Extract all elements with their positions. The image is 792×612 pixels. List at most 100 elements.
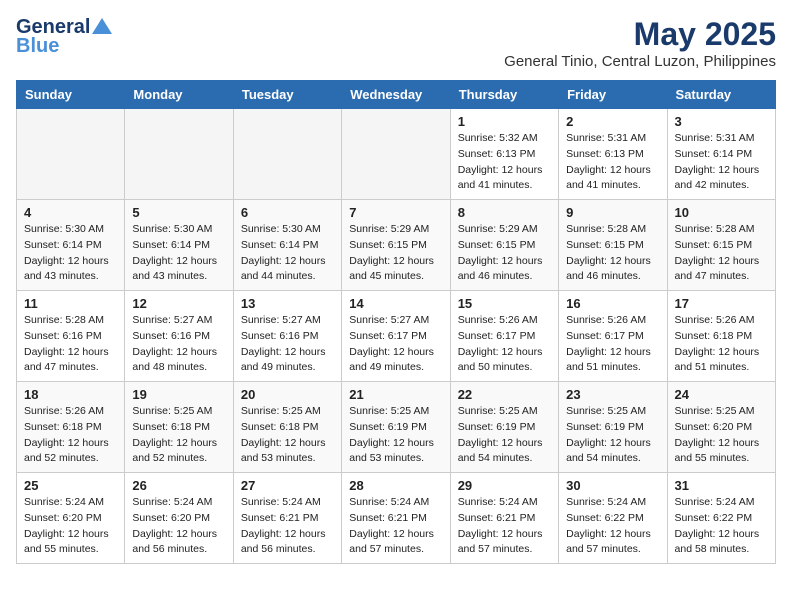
calendar-cell: 10Sunrise: 5:28 AMSunset: 6:15 PMDayligh…: [667, 200, 775, 291]
calendar-cell: 14Sunrise: 5:27 AMSunset: 6:17 PMDayligh…: [342, 291, 450, 382]
day-number: 29: [458, 478, 551, 493]
day-info: Sunrise: 5:30 AMSunset: 6:14 PMDaylight:…: [24, 222, 117, 285]
day-number: 30: [566, 478, 659, 493]
day-number: 7: [349, 205, 442, 220]
day-number: 4: [24, 205, 117, 220]
logo-icon: [92, 18, 112, 34]
day-info: Sunrise: 5:25 AMSunset: 6:19 PMDaylight:…: [458, 404, 551, 467]
day-number: 26: [132, 478, 225, 493]
day-info: Sunrise: 5:24 AMSunset: 6:20 PMDaylight:…: [132, 495, 225, 558]
calendar-cell: 25 Sunrise: 5:24 AMSunset: 6:20 PMDayligh…: [17, 473, 125, 564]
calendar-cell: 20 Sunrise: 5:25 AMSunset: 6:18 PMDayligh…: [233, 382, 341, 473]
col-header-wednesday: Wednesday: [342, 81, 450, 109]
calendar-cell: 2 Sunrise: 5:31 AMSunset: 6:13 PMDaylight…: [559, 109, 667, 200]
day-info: Sunrise: 5:26 AMSunset: 6:17 PMDaylight:…: [458, 313, 551, 376]
day-number: 13: [241, 296, 334, 311]
calendar-cell: 18 Sunrise: 5:26 AMSunset: 6:18 PMDayligh…: [17, 382, 125, 473]
day-number: 15: [458, 296, 551, 311]
day-info: Sunrise: 5:24 AMSunset: 6:21 PMDaylight:…: [241, 495, 334, 558]
calendar-cell: 7 Sunrise: 5:29 AMSunset: 6:15 PMDaylight…: [342, 200, 450, 291]
day-info: Sunrise: 5:31 AMSunset: 6:14 PMDaylight:…: [675, 131, 768, 194]
day-info: Sunrise: 5:29 AMSunset: 6:15 PMDaylight:…: [349, 222, 442, 285]
day-number: 9: [566, 205, 659, 220]
calendar-cell: 3 Sunrise: 5:31 AMSunset: 6:14 PMDaylight…: [667, 109, 775, 200]
day-info: Sunrise: 5:24 AMSunset: 6:22 PMDaylight:…: [566, 495, 659, 558]
calendar-cell: 11 Sunrise: 5:28 AMSunset: 6:16 PMDayligh…: [17, 291, 125, 382]
day-number: 19: [132, 387, 225, 402]
calendar-cell: 5 Sunrise: 5:30 AMSunset: 6:14 PMDaylight…: [125, 200, 233, 291]
day-info: Sunrise: 5:28 AMSunset: 6:15 PMDaylight:…: [566, 222, 659, 285]
day-info: Sunrise: 5:28 AMSunset: 6:16 PMDaylight:…: [24, 313, 117, 376]
day-number: 20: [241, 387, 334, 402]
day-number: 8: [458, 205, 551, 220]
day-number: 18: [24, 387, 117, 402]
calendar-cell: 27 Sunrise: 5:24 AMSunset: 6:21 PMDayligh…: [233, 473, 341, 564]
col-header-tuesday: Tuesday: [233, 81, 341, 109]
day-info: Sunrise: 5:27 AMSunset: 6:16 PMDaylight:…: [132, 313, 225, 376]
calendar-cell: 17 Sunrise: 5:26 AMSunset: 6:18 PMDayligh…: [667, 291, 775, 382]
calendar-cell: [233, 109, 341, 200]
calendar-cell: 26 Sunrise: 5:24 AMSunset: 6:20 PMDayligh…: [125, 473, 233, 564]
day-number: 31: [675, 478, 768, 493]
calendar-cell: 15 Sunrise: 5:26 AMSunset: 6:17 PMDayligh…: [450, 291, 558, 382]
calendar-cell: 6 Sunrise: 5:30 AMSunset: 6:14 PMDaylight…: [233, 200, 341, 291]
col-header-sunday: Sunday: [17, 81, 125, 109]
col-header-saturday: Saturday: [667, 81, 775, 109]
day-info: Sunrise: 5:25 AMSunset: 6:20 PMDaylight:…: [675, 404, 768, 467]
day-number: 1: [458, 114, 551, 129]
calendar-cell: 8 Sunrise: 5:29 AMSunset: 6:15 PMDaylight…: [450, 200, 558, 291]
calendar-table: SundayMondayTuesdayWednesdayThursdayFrid…: [16, 80, 776, 564]
day-number: 27: [241, 478, 334, 493]
day-info: Sunrise: 5:30 AMSunset: 6:14 PMDaylight:…: [241, 222, 334, 285]
day-number: 25: [24, 478, 117, 493]
day-number: 14: [349, 296, 442, 311]
calendar-cell: 22Sunrise: 5:25 AMSunset: 6:19 PMDayligh…: [450, 382, 558, 473]
day-info: Sunrise: 5:31 AMSunset: 6:13 PMDaylight:…: [566, 131, 659, 194]
day-info: Sunrise: 5:32 AMSunset: 6:13 PMDaylight:…: [458, 131, 551, 194]
day-info: Sunrise: 5:26 AMSunset: 6:17 PMDaylight:…: [566, 313, 659, 376]
calendar-cell: 29 Sunrise: 5:24 AMSunset: 6:21 PMDayligh…: [450, 473, 558, 564]
day-info: Sunrise: 5:30 AMSunset: 6:14 PMDaylight:…: [132, 222, 225, 285]
day-info: Sunrise: 5:24 AMSunset: 6:21 PMDaylight:…: [349, 495, 442, 558]
day-info: Sunrise: 5:26 AMSunset: 6:18 PMDaylight:…: [24, 404, 117, 467]
logo: General Blue: [16, 16, 112, 58]
calendar-cell: [17, 109, 125, 200]
calendar-cell: 24Sunrise: 5:25 AMSunset: 6:20 PMDayligh…: [667, 382, 775, 473]
day-number: 2: [566, 114, 659, 129]
calendar-cell: 28Sunrise: 5:24 AMSunset: 6:21 PMDayligh…: [342, 473, 450, 564]
calendar-cell: [125, 109, 233, 200]
day-number: 11: [24, 296, 117, 311]
day-number: 3: [675, 114, 768, 129]
col-header-thursday: Thursday: [450, 81, 558, 109]
calendar-cell: 13Sunrise: 5:27 AMSunset: 6:16 PMDayligh…: [233, 291, 341, 382]
calendar-cell: 16 Sunrise: 5:26 AMSunset: 6:17 PMDayligh…: [559, 291, 667, 382]
day-number: 21: [349, 387, 442, 402]
title-section: May 2025 General Tinio, Central Luzon, P…: [504, 16, 776, 70]
day-info: Sunrise: 5:25 AMSunset: 6:18 PMDaylight:…: [241, 404, 334, 467]
day-info: Sunrise: 5:24 AMSunset: 6:22 PMDaylight:…: [675, 495, 768, 558]
day-info: Sunrise: 5:29 AMSunset: 6:15 PMDaylight:…: [458, 222, 551, 285]
day-number: 16: [566, 296, 659, 311]
calendar-cell: 23 Sunrise: 5:25 AMSunset: 6:19 PMDayligh…: [559, 382, 667, 473]
day-info: Sunrise: 5:25 AMSunset: 6:19 PMDaylight:…: [566, 404, 659, 467]
calendar-cell: 1 Sunrise: 5:32 AMSunset: 6:13 PMDaylight…: [450, 109, 558, 200]
calendar-cell: 21 Sunrise: 5:25 AMSunset: 6:19 PMDayligh…: [342, 382, 450, 473]
logo-blue: Blue: [16, 35, 59, 58]
page-header: General Blue May 2025 General Tinio, Cen…: [16, 16, 776, 70]
col-header-friday: Friday: [559, 81, 667, 109]
day-number: 6: [241, 205, 334, 220]
main-title: May 2025: [504, 16, 776, 53]
calendar-cell: 9 Sunrise: 5:28 AMSunset: 6:15 PMDaylight…: [559, 200, 667, 291]
day-info: Sunrise: 5:24 AMSunset: 6:21 PMDaylight:…: [458, 495, 551, 558]
calendar-cell: 30 Sunrise: 5:24 AMSunset: 6:22 PMDayligh…: [559, 473, 667, 564]
day-number: 17: [675, 296, 768, 311]
day-info: Sunrise: 5:25 AMSunset: 6:19 PMDaylight:…: [349, 404, 442, 467]
day-number: 5: [132, 205, 225, 220]
day-info: Sunrise: 5:26 AMSunset: 6:18 PMDaylight:…: [675, 313, 768, 376]
calendar-cell: 4 Sunrise: 5:30 AMSunset: 6:14 PMDaylight…: [17, 200, 125, 291]
day-number: 10: [675, 205, 768, 220]
day-number: 12: [132, 296, 225, 311]
calendar-cell: 12 Sunrise: 5:27 AMSunset: 6:16 PMDayligh…: [125, 291, 233, 382]
day-number: 23: [566, 387, 659, 402]
day-info: Sunrise: 5:24 AMSunset: 6:20 PMDaylight:…: [24, 495, 117, 558]
